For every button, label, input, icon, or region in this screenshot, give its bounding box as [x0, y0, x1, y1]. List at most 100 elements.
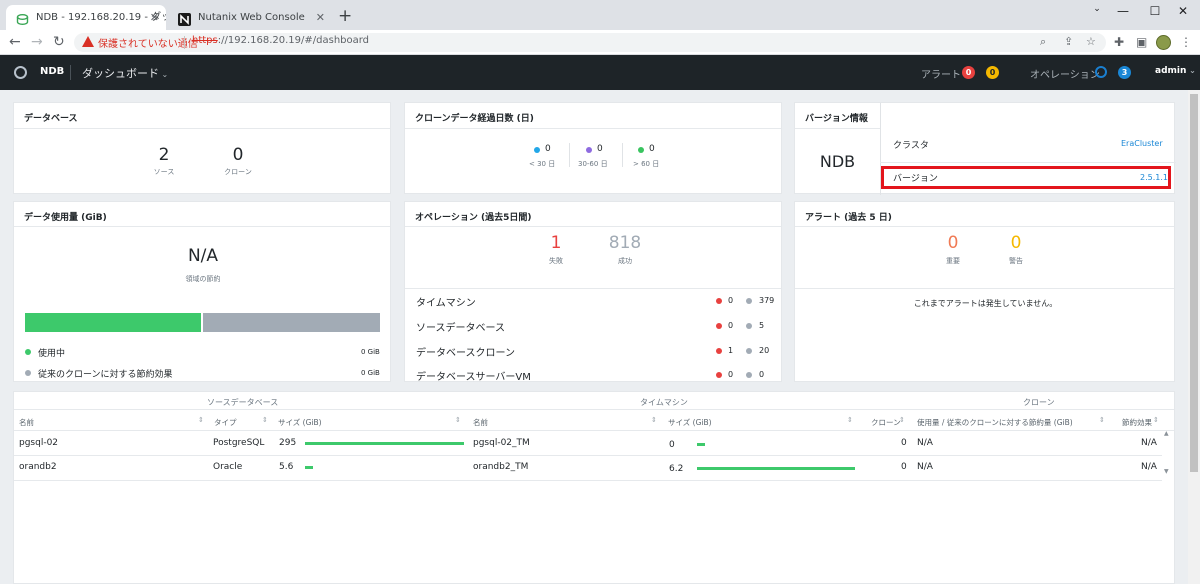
url-divider [184, 36, 185, 49]
source-db-count[interactable]: 2 [149, 145, 179, 165]
bucket-under30-label: < 30 日 [529, 160, 556, 168]
panel-title: データベース [24, 114, 78, 124]
ops-row-time-machine[interactable]: タイムマシン [416, 294, 476, 309]
extensions-puzzle-icon[interactable]: ✚ [1114, 35, 1124, 49]
browser-menu-icon[interactable]: ⋮ [1180, 35, 1192, 49]
tab-title: NDB - 192.168.20.19 - ダッシュボード [36, 12, 166, 23]
security-warning[interactable]: 保護されていない通信 [98, 35, 198, 50]
alert-critical-badge[interactable]: 0 [962, 66, 975, 79]
ops-success-count[interactable]: 818 [605, 233, 645, 253]
nav-dashboard-menu[interactable]: ダッシュボード ⌄ [82, 65, 168, 81]
cell-tm-name[interactable]: orandb2_TM [473, 462, 528, 472]
panel-title: データ使用量 (GiB) [24, 213, 107, 223]
scroll-up-icon[interactable]: ▲ [1164, 430, 1169, 437]
failed-dot [716, 323, 722, 329]
sort-icon[interactable]: ⇕ [262, 416, 268, 424]
ops-row-source-db[interactable]: ソースデータベース [416, 319, 505, 334]
tab-close-icon[interactable]: ✕ [150, 5, 159, 30]
ops-row-failed: 0 [728, 370, 734, 379]
clone-db-count[interactable]: 0 [223, 145, 253, 165]
brand-name[interactable]: NDB [40, 66, 64, 77]
tab-nutanix-web-console[interactable]: Nutanix Web Console ✕ [168, 5, 332, 30]
alert-menu-label[interactable]: アラート [921, 66, 961, 81]
alerts-warning-count[interactable]: 0 [996, 233, 1036, 253]
back-arrow-icon[interactable]: ← [9, 33, 21, 51]
usage-bar-fill [25, 313, 203, 332]
page-scrollbar[interactable] [1188, 90, 1200, 584]
success-dot [746, 372, 752, 378]
new-tab-button[interactable]: + [338, 6, 352, 26]
scroll-down-icon[interactable]: ▼ [1164, 468, 1169, 475]
nav-dashboard-label: ダッシュボード [82, 67, 159, 80]
cell-type: Oracle [213, 462, 243, 472]
sort-icon[interactable]: ⇕ [1153, 416, 1159, 424]
sort-icon[interactable]: ⇕ [651, 416, 657, 424]
ops-failed-label: 失敗 [549, 257, 563, 265]
sort-icon[interactable]: ⇕ [198, 416, 204, 424]
cell-name[interactable]: pgsql-02 [19, 438, 58, 448]
sort-icon[interactable]: ⇕ [1099, 416, 1105, 424]
alerts-critical-count[interactable]: 0 [933, 233, 973, 253]
forward-arrow-icon[interactable]: → [31, 33, 43, 51]
panel-divider [405, 226, 781, 227]
operations-count-badge[interactable]: 3 [1118, 66, 1131, 79]
database-table: ソースデータベース タイムマシン クローン 名前 ⇕ タイプ ⇕ サイズ (Gi… [13, 391, 1175, 584]
bookmark-star-icon[interactable]: ☆ [1086, 35, 1096, 48]
ndb-logo-icon[interactable] [14, 66, 27, 79]
tm-size-bar [697, 467, 855, 470]
warning-triangle-icon [82, 36, 94, 47]
col-type[interactable]: タイプ [214, 417, 237, 428]
cluster-link[interactable]: EraCluster [1121, 139, 1163, 148]
source-db-label: ソース [153, 168, 175, 176]
ops-failed-count[interactable]: 1 [536, 233, 576, 253]
tab-close-icon[interactable]: ✕ [316, 5, 325, 30]
col-tm-name[interactable]: 名前 [473, 417, 488, 428]
ops-row-db-clone[interactable]: データベースクローン [416, 344, 515, 359]
group-header-time-machine: タイムマシン [640, 398, 688, 407]
alert-warning-badge[interactable]: 0 [986, 66, 999, 79]
user-menu[interactable]: admin ⌄ [1155, 66, 1196, 76]
cell-name[interactable]: orandb2 [19, 462, 57, 472]
version-value[interactable]: 2.5.1.1 [1140, 173, 1168, 182]
share-icon[interactable]: ⇪ [1064, 35, 1073, 48]
col-name[interactable]: 名前 [19, 417, 34, 428]
sort-icon[interactable]: ⇕ [847, 416, 853, 424]
clone-age-panel: クローンデータ経過日数 (日) 0 < 30 日 0 30-60 日 0 > 6… [404, 102, 782, 194]
bucket-over60-value[interactable]: 0 [649, 144, 655, 154]
cell-tm-name[interactable]: pgsql-02_TM [473, 438, 530, 448]
url-text[interactable]: https://192.168.20.19/#/dashboard [192, 35, 369, 46]
table-row[interactable]: pgsql-02 PostgreSQL 295 pgsql-02_TM 0 0 … [14, 431, 1162, 455]
col-tm-size[interactable]: サイズ (GiB) [668, 417, 712, 428]
col-usage[interactable]: 使用量 / 従来のクローンに対する節約量 (GiB) [917, 417, 1073, 428]
cell-savings: N/A [1141, 462, 1157, 472]
ops-row-db-server-vm[interactable]: データベースサーバーVM [416, 368, 531, 383]
ops-row-failed: 0 [728, 321, 734, 330]
minimize-button[interactable]: — [1106, 0, 1140, 22]
url-field[interactable]: 保護されていない通信 https://192.168.20.19/#/dashb… [74, 33, 1106, 52]
panel-divider [795, 226, 1174, 227]
scrollbar-thumb[interactable] [1190, 94, 1198, 472]
sort-icon[interactable]: ⇕ [455, 416, 461, 424]
table-row[interactable]: orandb2 Oracle 5.6 orandb2_TM 6.2 0 N/A … [14, 456, 1162, 480]
tab-ndb-dashboard[interactable]: NDB - 192.168.20.19 - ダッシュボード ✕ [6, 5, 166, 30]
operations-menu-label[interactable]: オペレーション [1030, 66, 1100, 81]
bucket-30to60-value[interactable]: 0 [597, 144, 603, 154]
bucket-under30-value[interactable]: 0 [545, 144, 551, 154]
reload-icon[interactable]: ↻ [53, 33, 65, 51]
cell-usage: N/A [917, 462, 933, 472]
zoom-icon[interactable]: ⌕ [1040, 35, 1046, 49]
savings-label: 従来のクローンに対する節約効果 [38, 370, 173, 380]
panel-divider [14, 128, 390, 129]
side-panel-icon[interactable]: ▣ [1136, 35, 1147, 49]
data-usage-value[interactable]: N/A [173, 246, 233, 266]
close-window-button[interactable]: ✕ [1166, 0, 1200, 22]
panel-divider [14, 226, 390, 227]
success-dot [746, 323, 752, 329]
sort-icon[interactable]: ⇕ [899, 416, 905, 424]
size-bar [305, 442, 464, 445]
cell-tm-size: 0 [669, 440, 675, 450]
col-savings[interactable]: 節約効果 [1122, 417, 1152, 428]
profile-avatar-icon[interactable] [1156, 35, 1171, 50]
col-clones[interactable]: クローン [871, 417, 901, 428]
col-size[interactable]: サイズ (GiB) [278, 417, 322, 428]
